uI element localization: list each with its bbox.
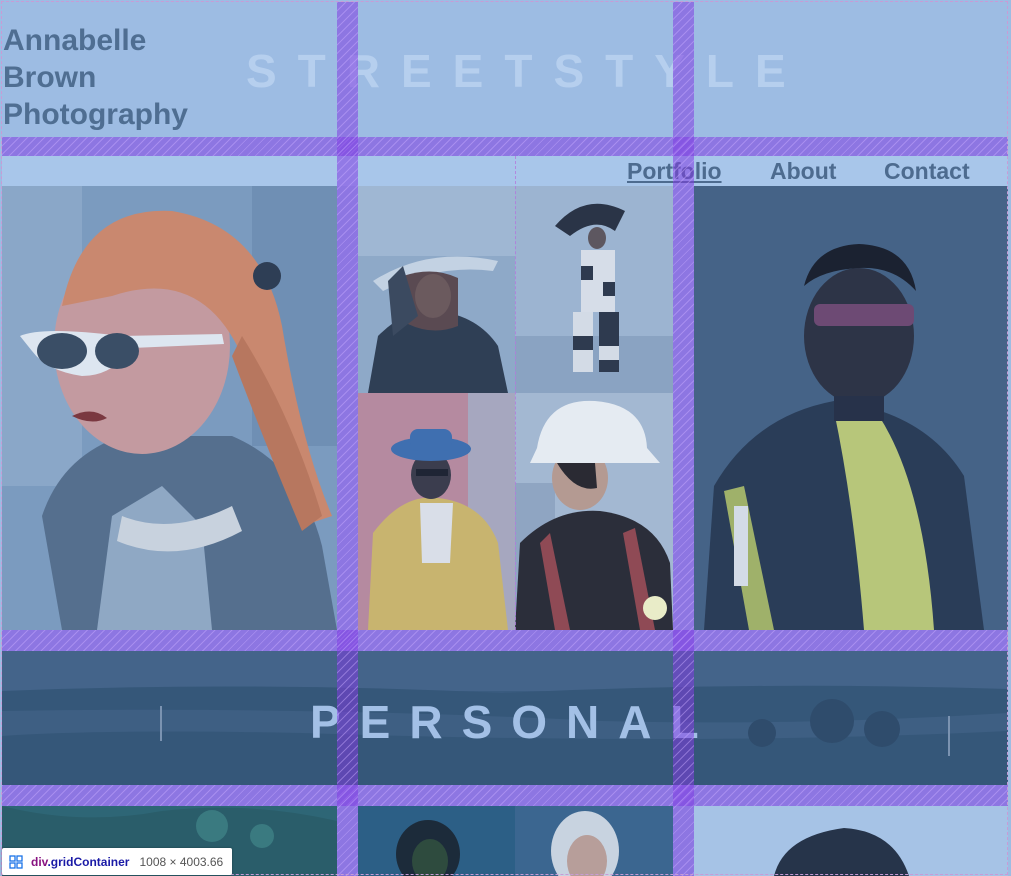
grid-row-gap-1 xyxy=(2,137,1008,156)
personal-section-banner[interactable]: PERSONAL xyxy=(2,651,1008,785)
photo-man-reflective-jacket[interactable] xyxy=(694,186,1008,630)
photo-woman-wide-hat[interactable] xyxy=(358,186,515,393)
photo-row2-right[interactable] xyxy=(694,806,1008,876)
photo-row2-small-right[interactable] xyxy=(515,806,673,876)
grid-row-gap-3 xyxy=(2,785,1008,806)
nav-link-contact[interactable]: Contact xyxy=(884,158,970,185)
brand-line-2: Brown xyxy=(3,61,97,94)
tooltip-class-name: .gridContainer xyxy=(47,854,130,869)
main-nav: Portfolio About Contact xyxy=(2,156,1008,186)
tooltip-element-size: 1008 × 4003.66 xyxy=(139,854,224,869)
photo-row2-small-left[interactable] xyxy=(358,806,515,876)
devtools-element-tooltip: div.gridContainer 1008 × 4003.66 xyxy=(2,848,233,875)
personal-section-title: PERSONAL xyxy=(310,696,718,748)
nav-link-about[interactable]: About xyxy=(770,158,836,185)
nav-link-portfolio[interactable]: Portfolio xyxy=(627,158,722,185)
grid-layout-icon xyxy=(9,854,23,869)
photo-bucket-hat[interactable] xyxy=(515,393,673,630)
tooltip-element-tag: div.gridContainer xyxy=(31,855,129,869)
grid-row-gap-2 xyxy=(2,630,1008,651)
brand-line-3: Photography xyxy=(3,98,188,131)
tooltip-tag-name: div xyxy=(31,854,48,869)
photo-checkered-suit[interactable] xyxy=(515,186,673,393)
page: Annabelle Brown Photography STREETSTYLE … xyxy=(0,0,1011,876)
photo-redhead-sunglasses[interactable] xyxy=(2,186,337,630)
site-brand[interactable]: Annabelle Brown Photography xyxy=(3,22,333,133)
photo-blue-hat-yellow-jacket[interactable] xyxy=(358,393,515,630)
brand-line-1: Annabelle xyxy=(3,24,147,57)
